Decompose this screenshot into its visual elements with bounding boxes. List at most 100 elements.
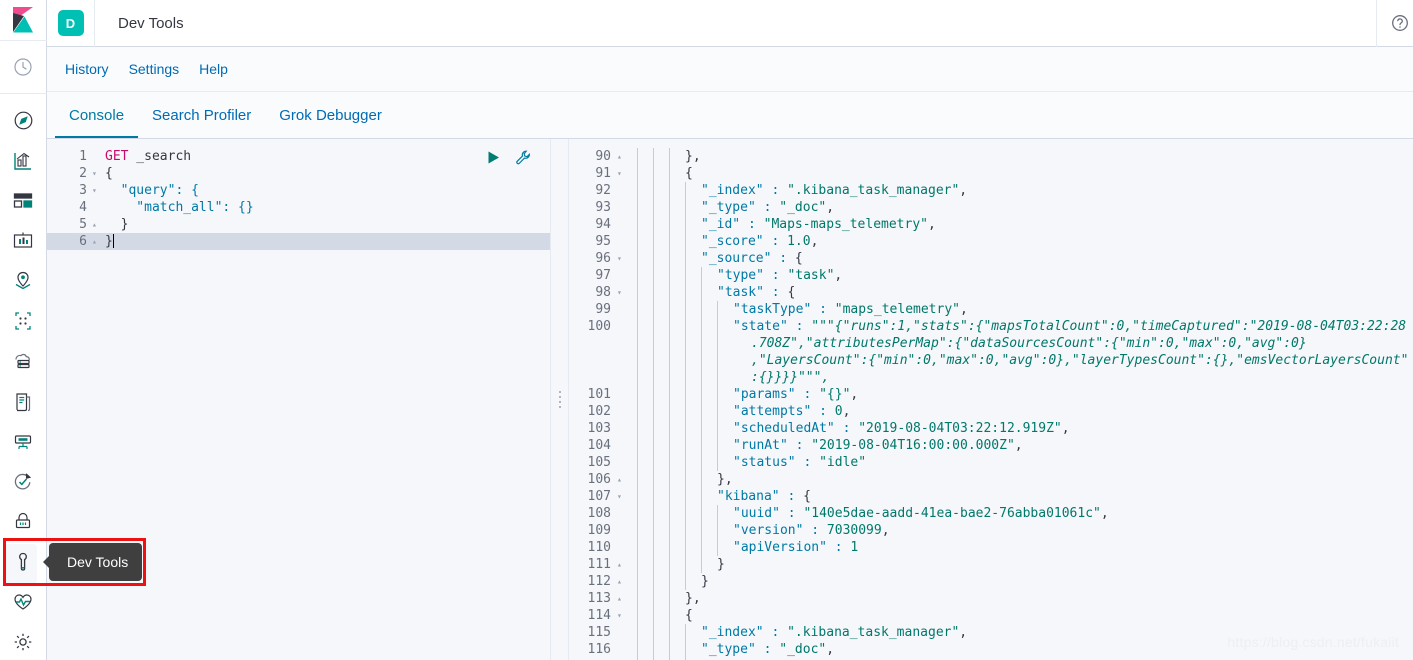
output-fold-toggle[interactable]: ▴ bbox=[617, 471, 631, 488]
output-line-text: "uuid" : "140e5dae-aadd-41ea-bae2-76abba… bbox=[733, 506, 1109, 521]
editor-line[interactable]: 3 ▾ "query": { bbox=[47, 182, 550, 199]
tab-grok-debugger[interactable]: Grok Debugger bbox=[265, 108, 396, 138]
editor-fold-toggle[interactable]: ▴ bbox=[92, 216, 105, 233]
output-line[interactable]: 109 "version" : 7030099, bbox=[569, 522, 1413, 539]
editor-fold-toggle[interactable]: ▴ bbox=[92, 233, 105, 250]
output-line-number: 112 bbox=[587, 574, 611, 589]
output-fold-toggle[interactable]: ▴ bbox=[617, 556, 631, 573]
app-badge-container[interactable]: D bbox=[47, 0, 95, 47]
editor-line[interactable]: 4 "match_all": {} bbox=[47, 199, 550, 216]
output-fold-toggle bbox=[617, 301, 631, 318]
output-fold-toggle bbox=[617, 522, 631, 539]
dev-tools-tooltip: Dev Tools bbox=[42, 543, 143, 581]
console-body: 1 GET _search 2 ▾{3 ▾ "query": {4 "match_all… bbox=[47, 139, 1413, 660]
output-line-body: "status" : "idle" bbox=[631, 454, 1413, 471]
output-line-text: .708Z","attributesPerMap":{"dataSourcesC… bbox=[751, 336, 1307, 351]
output-line[interactable]: 104 "runAt" : "2019-08-04T16:00:00.000Z", bbox=[569, 437, 1413, 454]
output-fold-toggle[interactable]: ▾ bbox=[617, 165, 631, 182]
output-fold-toggle bbox=[617, 233, 631, 250]
send-request-button[interactable] bbox=[486, 150, 501, 170]
output-line-text: "scheduledAt" : "2019-08-04T03:22:12.919… bbox=[733, 421, 1070, 436]
sidebar-item-dev-tools[interactable] bbox=[0, 543, 47, 584]
output-fold-toggle[interactable]: ▾ bbox=[617, 488, 631, 505]
output-line[interactable]: 94 "_id" : "Maps-maps_telemetry", bbox=[569, 216, 1413, 233]
output-line[interactable]: 101 "params" : "{}", bbox=[569, 386, 1413, 403]
subnav-item-history[interactable]: History bbox=[55, 61, 119, 77]
output-line[interactable]: 90 ▴}, bbox=[569, 148, 1413, 165]
sidebar-item-discover[interactable] bbox=[0, 103, 47, 138]
output-line-text: } bbox=[717, 557, 725, 572]
editor-line[interactable]: 5 ▴ } bbox=[47, 216, 550, 233]
output-fold-toggle[interactable]: ▴ bbox=[617, 573, 631, 590]
output-line-number: 98 bbox=[595, 285, 611, 300]
output-line[interactable]: 100 "state" : """{"runs":1,"stats":{"maps… bbox=[569, 318, 1413, 386]
output-line[interactable]: 106 ▴}, bbox=[569, 471, 1413, 488]
sidebar-item-uptime[interactable] bbox=[0, 464, 47, 499]
sidebar-item-machine-learning[interactable] bbox=[0, 304, 47, 339]
output-line[interactable]: 92 "_index" : ".kibana_task_manager", bbox=[569, 182, 1413, 199]
output-line[interactable]: 113 ▴}, bbox=[569, 590, 1413, 607]
subnav-item-help[interactable]: Help bbox=[189, 61, 238, 77]
output-line-text: { bbox=[685, 166, 693, 181]
help-icon[interactable] bbox=[1391, 14, 1409, 32]
output-fold-toggle[interactable]: ▴ bbox=[617, 590, 631, 607]
output-fold-toggle[interactable]: ▾ bbox=[617, 250, 631, 267]
editor-line[interactable]: 6 ▴} bbox=[47, 233, 550, 250]
editor-line-number: 6 bbox=[79, 234, 87, 249]
output-line[interactable]: 98 ▾ "task" : { bbox=[569, 284, 1413, 301]
output-line-body: "task" : { bbox=[631, 284, 1413, 301]
output-line[interactable]: 111 ▴} bbox=[569, 556, 1413, 573]
sidebar-item-visualize[interactable] bbox=[0, 143, 47, 178]
sidebar-item-management[interactable] bbox=[0, 625, 47, 660]
kibana-logo-icon bbox=[13, 7, 34, 33]
output-line-number: 114 bbox=[587, 608, 611, 623]
output-fold-toggle[interactable]: ▴ bbox=[617, 148, 631, 165]
output-line[interactable]: 112 ▴} bbox=[569, 573, 1413, 590]
output-line[interactable]: 99 "taskType" : "maps_telemetry", bbox=[569, 301, 1413, 318]
apm-icon bbox=[14, 435, 32, 449]
editor-fold-toggle[interactable]: ▾ bbox=[92, 165, 105, 182]
sidebar-item-recently-viewed[interactable] bbox=[0, 49, 47, 84]
app-header: D Dev Tools bbox=[47, 0, 1413, 47]
output-line[interactable]: 107 ▾ "kibana" : { bbox=[569, 488, 1413, 505]
output-line[interactable]: 105 "status" : "idle" bbox=[569, 454, 1413, 471]
output-line[interactable]: 110 "apiVersion" : 1 bbox=[569, 539, 1413, 556]
sidebar-item-canvas[interactable] bbox=[0, 224, 47, 259]
sidebar-item-monitoring[interactable] bbox=[0, 585, 47, 620]
kibana-logo[interactable] bbox=[0, 0, 47, 42]
output-line-text: "_id" : "Maps-maps_telemetry", bbox=[701, 217, 936, 232]
panel-splitter[interactable] bbox=[551, 139, 569, 660]
sidebar-item-infrastructure[interactable] bbox=[0, 344, 47, 379]
output-line-text: "status" : "idle" bbox=[733, 455, 867, 470]
sidebar-item-logs[interactable] bbox=[0, 384, 47, 419]
sidebar-item-maps[interactable] bbox=[0, 264, 47, 299]
editor-line[interactable]: 1 GET _search bbox=[47, 148, 550, 165]
output-line-body: "_source" : { bbox=[631, 250, 1413, 267]
output-fold-toggle[interactable]: ▾ bbox=[617, 284, 631, 301]
output-line[interactable]: 95 "_score" : 1.0, bbox=[569, 233, 1413, 250]
output-line[interactable]: 93 "_type" : "_doc", bbox=[569, 199, 1413, 216]
output-line[interactable]: 103 "scheduledAt" : "2019-08-04T03:22:12.… bbox=[569, 420, 1413, 437]
output-line-body: "_score" : 1.0, bbox=[631, 233, 1413, 250]
sidebar-item-apm[interactable] bbox=[0, 424, 47, 459]
sidebar-item-dashboard[interactable] bbox=[0, 184, 47, 219]
output-line[interactable]: 114 ▾ { bbox=[569, 607, 1413, 624]
response-output[interactable]: 90 ▴}, 91 ▾ {92 "_index" : ".kibana_task_mana… bbox=[569, 139, 1413, 660]
output-line[interactable]: 108 "uuid" : "140e5dae-aadd-41ea-bae2-76a… bbox=[569, 505, 1413, 522]
request-options-button[interactable] bbox=[515, 149, 532, 171]
output-line-body: "attempts" : 0, bbox=[631, 403, 1413, 420]
output-line[interactable]: 97 "type" : "task", bbox=[569, 267, 1413, 284]
request-editor[interactable]: 1 GET _search 2 ▾{3 ▾ "query": {4 "match_all… bbox=[47, 139, 551, 660]
header-actions[interactable] bbox=[1376, 0, 1413, 47]
output-fold-toggle bbox=[617, 420, 631, 437]
output-fold-toggle[interactable]: ▾ bbox=[617, 607, 631, 624]
output-line[interactable]: 96 ▾ "_source" : { bbox=[569, 250, 1413, 267]
editor-line[interactable]: 2 ▾{ bbox=[47, 165, 550, 182]
output-line[interactable]: 102 "attempts" : 0, bbox=[569, 403, 1413, 420]
editor-fold-toggle[interactable]: ▾ bbox=[92, 182, 105, 199]
sidebar-item-siem[interactable] bbox=[0, 504, 47, 539]
output-line[interactable]: 91 ▾ { bbox=[569, 165, 1413, 182]
tab-search-profiler[interactable]: Search Profiler bbox=[138, 108, 265, 138]
subnav-item-settings[interactable]: Settings bbox=[119, 61, 190, 77]
tab-console[interactable]: Console bbox=[55, 108, 139, 138]
